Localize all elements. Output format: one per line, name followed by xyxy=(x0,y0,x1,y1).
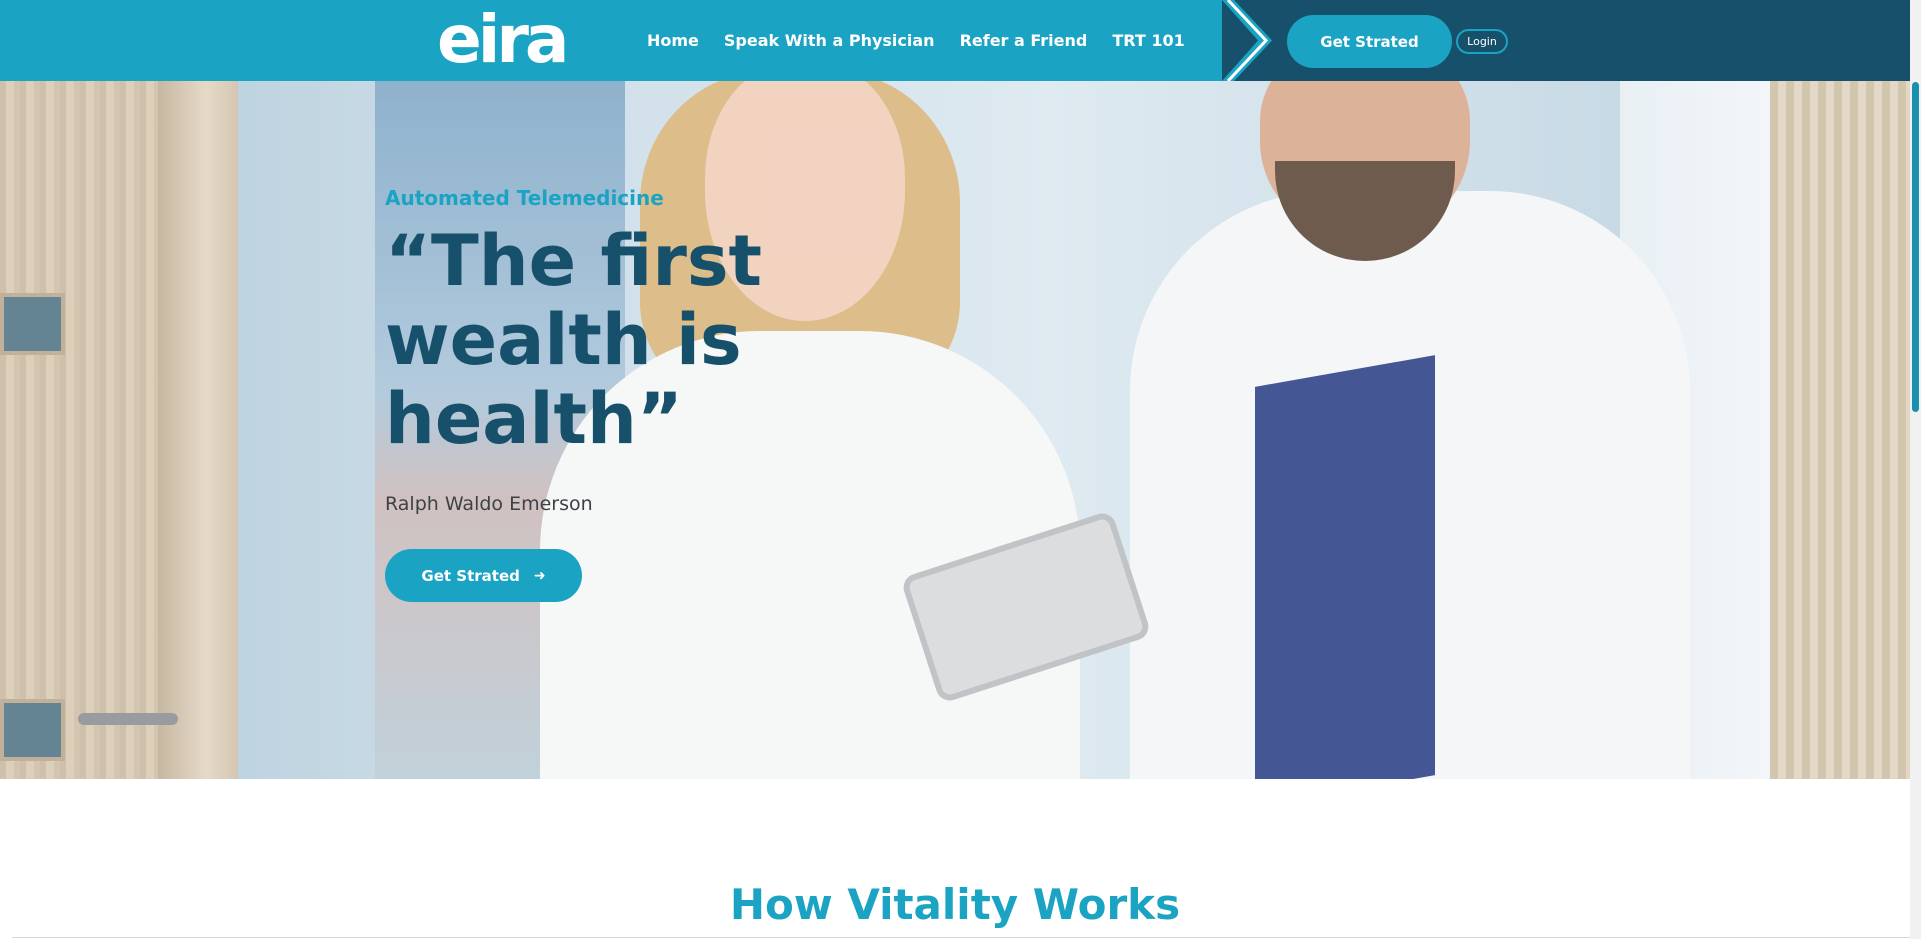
top-navbar: eira Home Speak With a Physician Refer a… xyxy=(0,0,1910,81)
nav-get-started-button[interactable]: Get Strated xyxy=(1287,15,1452,68)
nav-login-button[interactable]: Login xyxy=(1456,29,1508,54)
page-scrollbar[interactable] xyxy=(1910,0,1921,939)
hero-eyebrow: Automated Telemedicine xyxy=(385,186,664,210)
navbar-chevron-divider xyxy=(1222,0,1272,81)
hero-quote-author: Ralph Waldo Emerson xyxy=(385,493,593,515)
brand-logo[interactable]: eira xyxy=(437,7,569,73)
hero-section: Automated Telemedicine “The first wealth… xyxy=(0,81,1910,779)
hero-cta-label: Get Strated xyxy=(421,566,520,585)
section-title-how-it-works: How Vitality Works xyxy=(729,880,1181,929)
nav-link-refer-a-friend[interactable]: Refer a Friend xyxy=(960,31,1088,50)
hero-headline: “The first wealth is health” xyxy=(385,220,762,460)
main-nav: Home Speak With a Physician Refer a Frie… xyxy=(647,0,1185,81)
nav-link-home[interactable]: Home xyxy=(647,31,699,50)
hero-get-started-button[interactable]: Get Strated ➜ xyxy=(385,549,582,602)
hero-content: Automated Telemedicine “The first wealth… xyxy=(385,186,865,602)
nav-link-trt-101[interactable]: TRT 101 xyxy=(1112,31,1184,50)
arrow-right-icon: ➜ xyxy=(533,567,546,584)
scrollbar-thumb[interactable] xyxy=(1912,82,1919,412)
hero-overlay xyxy=(0,81,1910,779)
section-divider xyxy=(12,937,1910,938)
nav-link-speak-with-physician[interactable]: Speak With a Physician xyxy=(724,31,935,50)
